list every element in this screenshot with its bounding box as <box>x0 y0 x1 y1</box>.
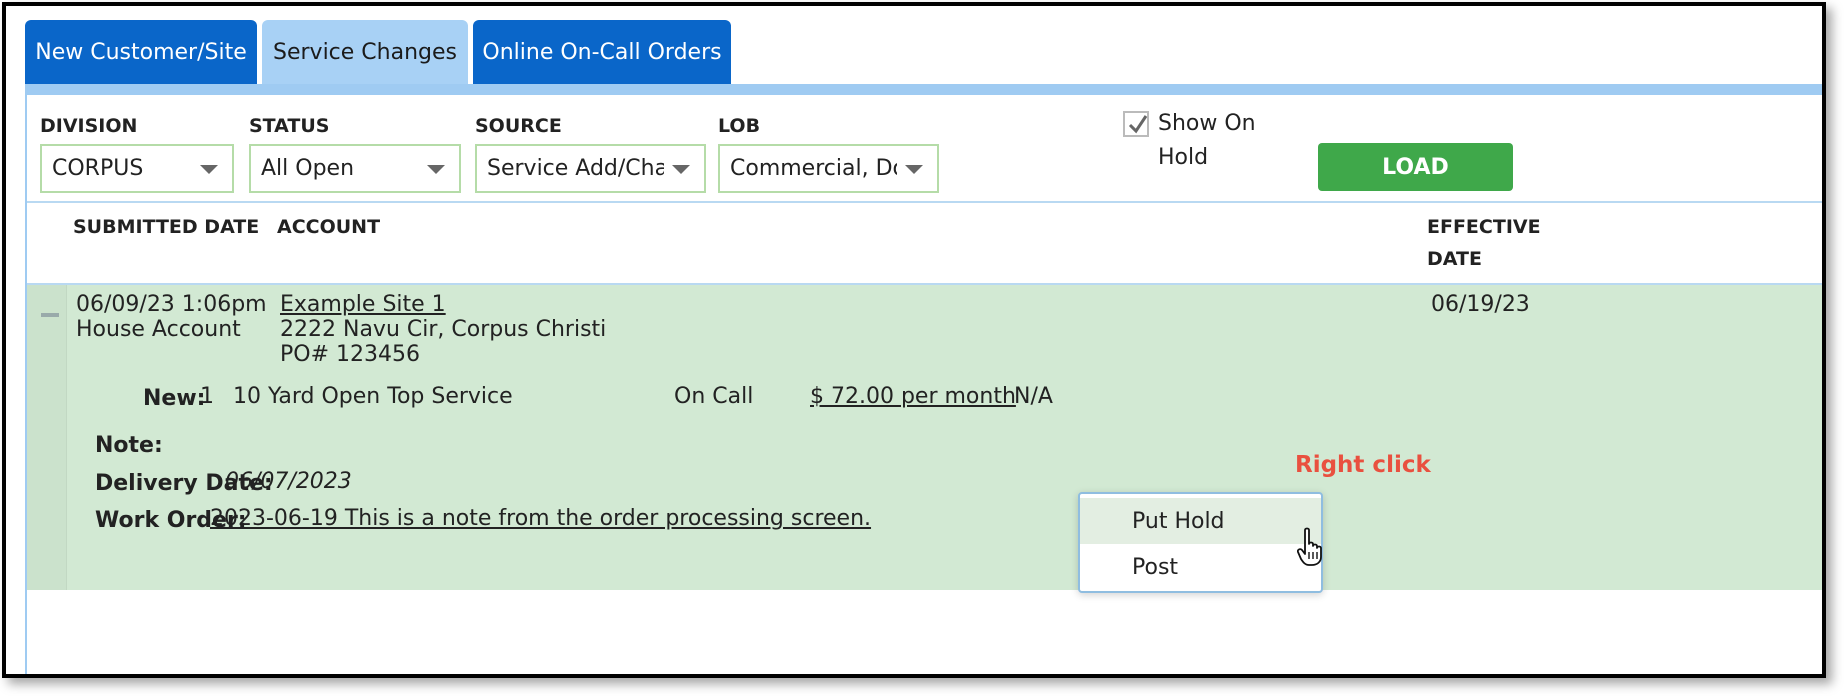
division-value: CORPUS <box>52 156 144 181</box>
tab-service-changes[interactable]: Service Changes <box>262 20 468 84</box>
right-click-annotation: Right click <box>1295 452 1431 478</box>
status-label: STATUS <box>249 115 330 137</box>
service-description: 10 Yard Open Top Service <box>233 384 513 409</box>
service-changes-panel: DIVISION CORPUS STATUS All Open SOURCE S… <box>25 95 1822 674</box>
po-number: PO# 123456 <box>280 342 420 367</box>
tab-new-customer-site[interactable]: New Customer/Site <box>25 20 257 84</box>
show-on-hold-checkbox[interactable] <box>1123 111 1149 137</box>
tab-underline-bar <box>25 84 1822 95</box>
note-label: Note: <box>95 433 163 458</box>
delivery-date-value: 06/07/2023 <box>225 469 352 494</box>
header-submitted-date[interactable]: SUBMITTED DATE <box>73 211 259 243</box>
chevron-down-icon <box>427 165 445 174</box>
filter-bar: DIVISION CORPUS STATUS All Open SOURCE S… <box>27 95 1822 203</box>
show-on-hold-label[interactable]: Show On Hold <box>1158 107 1278 175</box>
load-button[interactable]: LOAD <box>1318 143 1513 191</box>
submitted-date: 06/09/23 1:06pm <box>76 292 267 317</box>
lob-value: Commercial, Docun <box>730 156 897 181</box>
status-value: All Open <box>261 156 355 181</box>
context-menu: Put Hold Post <box>1078 492 1323 593</box>
lob-label: LOB <box>718 115 761 137</box>
status-select[interactable]: All Open <box>249 144 461 193</box>
context-menu-put-hold[interactable]: Put Hold <box>1080 498 1321 544</box>
header-account[interactable]: ACCOUNT <box>277 211 380 243</box>
lob-select[interactable]: Commercial, Docun <box>718 144 939 193</box>
source-value: Service Add/Change, <box>487 156 664 181</box>
app-window: New Customer/Site Service Changes Online… <box>2 2 1826 678</box>
chevron-down-icon <box>905 165 923 174</box>
service-frequency: On Call <box>674 384 754 409</box>
service-quantity: 1 <box>200 384 214 409</box>
source-label: SOURCE <box>475 115 562 137</box>
table-header: SUBMITTED DATE ACCOUNT EFFECTIVE DATE <box>27 203 1822 285</box>
tab-online-on-call-orders[interactable]: Online On-Call Orders <box>473 20 731 84</box>
site-name-link[interactable]: Example Site 1 <box>280 292 446 317</box>
context-menu-post[interactable]: Post <box>1080 544 1321 590</box>
checkmark-icon <box>1128 115 1148 134</box>
effective-date: 06/19/23 <box>1431 292 1530 317</box>
source-select[interactable]: Service Add/Change, <box>475 144 706 193</box>
chevron-down-icon <box>672 165 690 174</box>
row-gutter <box>27 285 67 590</box>
table-row[interactable]: 06/09/23 1:06pm House Account Example Si… <box>27 285 1822 590</box>
service-price-link[interactable]: $ 72.00 per month <box>810 384 1016 409</box>
service-extra: N/A <box>1014 384 1053 409</box>
site-address: 2222 Navu Cir, Corpus Christi <box>280 317 607 342</box>
header-effective-date[interactable]: EFFECTIVE DATE <box>1427 211 1541 275</box>
division-label: DIVISION <box>40 115 138 137</box>
work-order-link[interactable]: 2023-06-19 This is a note from the order… <box>210 506 871 531</box>
chevron-down-icon <box>200 165 218 174</box>
hand-pointer-icon <box>1297 527 1322 566</box>
collapse-icon[interactable] <box>41 313 59 317</box>
division-select[interactable]: CORPUS <box>40 144 234 193</box>
tab-strip: New Customer/Site Service Changes Online… <box>25 20 731 84</box>
service-new-label: New: <box>143 386 206 411</box>
account-type: House Account <box>76 317 241 342</box>
